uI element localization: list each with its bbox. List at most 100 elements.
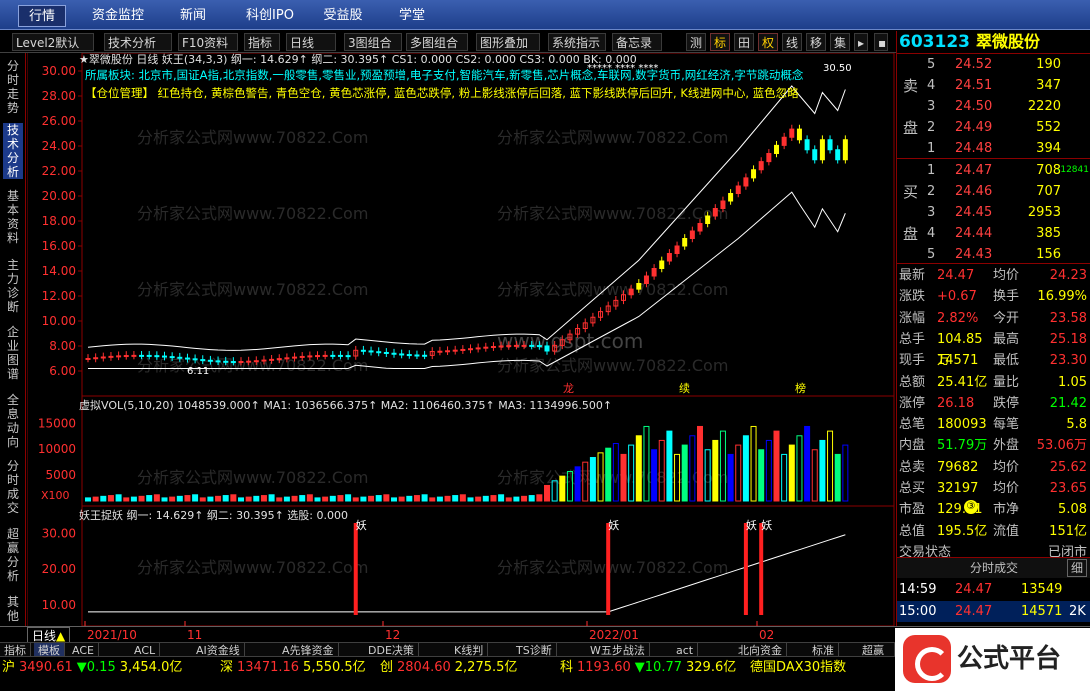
tech-analysis-button[interactable]: 技术分析 [104, 33, 172, 51]
volume-bar [245, 496, 252, 502]
memo-button[interactable]: 备忘录 [612, 33, 662, 51]
move-button[interactable]: 移 [806, 33, 826, 51]
multi-chart-button[interactable]: 多图组合 [406, 33, 468, 51]
price-axis-label: 26.00 [42, 114, 76, 128]
quote-value: 1.05 [1058, 374, 1087, 390]
watermark: 分析家公式网www.70822.Com [497, 468, 728, 487]
index-quote[interactable]: 德国DAX30指数 [750, 657, 850, 678]
f10-button[interactable]: F10资料 [178, 33, 238, 51]
candle-body [529, 344, 535, 347]
period-selector[interactable]: 日线▲ [27, 627, 71, 643]
chart-canvas[interactable]: 分析家公式网www.70822.Com 分析家公式网www.70822.Com … [26, 52, 895, 627]
volume-bar [605, 447, 612, 502]
candle-body [498, 345, 504, 348]
volume-bar [192, 494, 199, 502]
expand-icon[interactable]: ▸ [854, 33, 868, 51]
collapse-icon[interactable]: ▪ [874, 33, 888, 51]
candle-body [238, 360, 244, 363]
quote-value: 23.65 [1049, 481, 1087, 496]
volume-bar [123, 497, 130, 502]
three-chart-button[interactable]: 3图组合 [344, 33, 402, 51]
index-quote[interactable]: 创 2804.60 2,275.5亿 [380, 657, 521, 678]
price-axis-label: 24.00 [42, 139, 76, 153]
index-quote[interactable]: 沪 3490.61 ▼0.15 3,454.0亿 [2, 657, 186, 678]
volume-axis-label: 10000 [38, 442, 76, 456]
tab-market[interactable]: 行情 [18, 5, 66, 27]
quote-label: 换手 [993, 289, 1020, 305]
quote-row: 市盈 129.71 市净 5.08 [897, 499, 1090, 520]
sidebar-item-tech[interactable]: 技术分析 [3, 123, 23, 179]
volume-bar [375, 495, 382, 502]
tab-fund-monitor[interactable]: 资金监控 [88, 5, 148, 27]
price-axis-label: 20.00 [42, 189, 76, 203]
tab-beneficiary[interactable]: 受益股 [318, 5, 368, 27]
promo-text: 公式平台 [957, 644, 1062, 674]
indicator-button[interactable]: 指标 [244, 33, 280, 51]
line-button[interactable]: 线 [782, 33, 802, 51]
sidebar-item-diagnosis[interactable]: 主力诊断 [3, 258, 23, 314]
volume-axis-label: 15000 [38, 416, 76, 430]
layout-select[interactable]: Level2默认 [12, 33, 94, 51]
volume-bar [146, 495, 153, 502]
quote-value: 16.99% [1037, 289, 1087, 305]
candle-body [230, 361, 236, 364]
tab-news[interactable]: 新闻 [170, 5, 216, 27]
system-indicator-button[interactable]: 系统指示 [548, 33, 606, 51]
index-quote[interactable]: 深 13471.16 5,550.5亿 [220, 657, 370, 678]
candle-body [483, 346, 489, 349]
candle-body [162, 355, 167, 358]
ask-row: 4 24.51 347 [927, 78, 1061, 93]
volume-bar [238, 497, 244, 502]
sidebar-item-other[interactable]: 其他 [3, 595, 23, 623]
volume-bar [712, 439, 719, 502]
volume-bar [459, 494, 466, 502]
candle-body [835, 149, 841, 161]
bid-row: 4 24.44 385 [927, 226, 1061, 241]
sidebar-item-super[interactable]: 超赢分析 [3, 527, 23, 583]
rights-button[interactable]: 权 [758, 33, 778, 51]
grid-icon[interactable]: 田 [734, 33, 754, 51]
quote-label: 每笔 [993, 417, 1020, 433]
volume-bar [130, 496, 137, 502]
volume-bar [727, 453, 734, 502]
sidebar-item-trades[interactable]: 分时成交 [3, 459, 23, 515]
mark-button[interactable]: 标 [710, 33, 730, 51]
set-button[interactable]: 集 [830, 33, 850, 51]
quote-row: 总手 104.85万 最高 25.18 [897, 329, 1090, 368]
yao-signal-label: 妖 [608, 518, 619, 532]
sidebar-item-dynamics[interactable]: 全息动向 [3, 393, 23, 449]
tab-school[interactable]: 学堂 [390, 5, 434, 27]
candle-body [445, 350, 451, 353]
quote-value: 25.62 [1049, 459, 1087, 475]
chart-area[interactable]: 分析家公式网www.70822.Com 分析家公式网www.70822.Com … [26, 52, 895, 627]
index-quote[interactable]: 科 1193.60 ▼10.77 329.6亿 [560, 657, 740, 678]
candle-body [299, 355, 305, 358]
candle-body [705, 215, 711, 224]
overlay-button[interactable]: 图形叠加 [476, 33, 540, 51]
candle-body [108, 355, 114, 358]
candle-body [345, 355, 351, 358]
sidebar-item-enterprise[interactable]: 企业图谱 [3, 325, 23, 381]
measure-button[interactable]: 测 [686, 33, 706, 51]
volume-bar [804, 425, 811, 502]
star-marks: ***** **** **** [587, 63, 658, 74]
ask-row: 2 24.49 552 [927, 120, 1061, 135]
tab-ipo[interactable]: 科创IPO [240, 5, 300, 27]
period-button[interactable]: 日线 [286, 33, 336, 51]
sidebar-item-basic[interactable]: 基本资料 [3, 189, 23, 245]
candle-body [307, 355, 313, 358]
volume-bar [758, 449, 765, 502]
watermark: 分析家公式网www.70822.Com [137, 468, 368, 487]
quote-label: 流值 [993, 523, 1020, 539]
candle-body [100, 356, 106, 359]
period-label: 日线 [32, 629, 57, 643]
sidebar-item-timeline[interactable]: 分时走势 [3, 59, 23, 115]
candle-body [674, 245, 680, 254]
candle-body [93, 357, 99, 360]
candle-body [544, 345, 550, 352]
candle-body [628, 288, 634, 296]
tick-header[interactable]: 分时成交 细 [897, 558, 1090, 578]
volume-bar [138, 495, 145, 502]
tick-detail-button[interactable]: 细 [1066, 559, 1087, 577]
quote-value: 24.47 [937, 268, 975, 283]
